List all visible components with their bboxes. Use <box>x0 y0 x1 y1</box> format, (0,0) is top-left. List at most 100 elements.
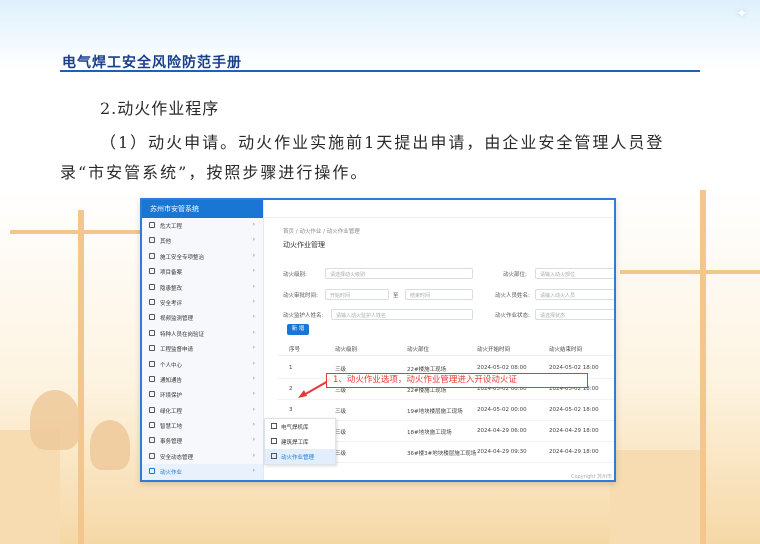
body-paragraph: （1）动火申请。动火作业实施前1天提出申请，由企业安全管理人员登录“市安管系统”… <box>60 133 665 182</box>
sidebar-item[interactable]: 隐患整改 › <box>142 280 263 295</box>
chevron-right-icon: › <box>252 374 255 382</box>
submenu-popup: 电气焊机库 建筑焊工库 动火作业管理 <box>264 418 336 465</box>
sidebar-item[interactable]: 项目备案 › <box>142 264 263 279</box>
submenu-item-welder-library[interactable]: 电气焊机库 <box>265 419 335 434</box>
sidebar-item-label: 施工安全专项整治 <box>160 254 205 261</box>
sidebar-item[interactable]: 环境保护 › <box>142 387 263 402</box>
sidebar-item-label: 事务管理 <box>160 439 183 446</box>
breadcrumb: 首页 / 动火作业 / 动火作业管理 <box>283 229 360 235</box>
chevron-right-icon: › <box>252 359 255 367</box>
chevron-right-icon: › <box>252 328 255 336</box>
crane-tower-right <box>700 190 706 544</box>
menu-icon <box>149 298 155 305</box>
sidebar-item[interactable]: 动火作业 › <box>142 464 263 480</box>
crane-tower-left <box>78 210 84 544</box>
table-cell: 2024-04-29 06:00 <box>477 428 527 434</box>
add-button[interactable]: 新 增 <box>287 324 309 335</box>
document-header: 电气焊工安全风险防范手册 <box>60 50 700 72</box>
time-end-input[interactable]: 结束时间 <box>405 289 473 300</box>
menu-icon <box>149 345 155 352</box>
column-header: 动火部位 <box>407 347 430 353</box>
submenu-item-label: 建筑焊工库 <box>281 440 309 446</box>
menu-icon <box>149 329 155 336</box>
app-title: 苏州市安管系统 <box>142 200 263 218</box>
guard-input[interactable]: 请输入动火监护人姓名 <box>331 309 473 320</box>
menu-icon <box>149 468 155 475</box>
chevron-right-icon: › <box>252 267 255 275</box>
menu-icon <box>149 422 155 429</box>
sidebar-item-label: 安全动态管理 <box>160 454 194 461</box>
page-title: 动火作业管理 <box>283 241 325 249</box>
sidebar-item[interactable]: 施工安全专项整治 › <box>142 249 263 264</box>
level-select[interactable]: 请选择动火级别 <box>325 268 473 279</box>
submenu-item-builder-library[interactable]: 建筑焊工库 <box>265 434 335 449</box>
menu-icon <box>149 268 155 275</box>
crane-jib-left <box>10 230 160 234</box>
sidebar-item[interactable]: 个人中心 › <box>142 357 263 372</box>
sidebar-item[interactable]: 危大工程 › <box>142 218 263 233</box>
chevron-right-icon: › <box>252 344 255 352</box>
sidebar-item[interactable]: 其他 › <box>142 233 263 248</box>
chevron-right-icon: › <box>252 421 255 429</box>
chevron-right-icon: › <box>252 451 255 459</box>
sidebar-item[interactable]: 特种人员在岗验证 › <box>142 326 263 341</box>
sidebar-item-label: 特种人员在岗验证 <box>160 331 205 338</box>
menu-icon <box>149 406 155 413</box>
callout-annotation: 1、动火作业选项，动火作业管理进入开设动火证 <box>326 373 588 388</box>
header-title: 电气焊工安全风险防范手册 <box>62 55 242 71</box>
menu-icon <box>149 283 155 290</box>
sidebar-item[interactable]: 绿化工程 › <box>142 403 263 418</box>
sidebar-item-label: 其他 <box>160 239 172 246</box>
chevron-right-icon: › <box>252 297 255 305</box>
table-cell: 三级 <box>335 367 347 373</box>
status-select[interactable]: 请选择状态 <box>535 309 614 320</box>
building-silhouette <box>610 450 700 544</box>
sidebar-item-label: 通知通告 <box>160 377 183 384</box>
sidebar-item[interactable]: 智慧工地 › <box>142 418 263 433</box>
menu-icon <box>149 252 155 259</box>
submenu-item-hot-work-management[interactable]: 动火作业管理 <box>265 449 335 464</box>
sparkle-icon: ✦ <box>736 6 748 22</box>
file-icon <box>271 438 277 444</box>
part-input[interactable]: 请输入动火部位 <box>535 268 614 279</box>
menu-icon <box>149 360 155 367</box>
sidebar-item-label: 隐患整改 <box>160 285 183 292</box>
table-cell: 三级 <box>335 409 347 415</box>
part-label: 动火部位: <box>503 272 527 278</box>
menu-icon <box>149 437 155 444</box>
sidebar-item-label: 视频监测管理 <box>160 316 194 323</box>
menu-icon <box>149 222 155 228</box>
person-input[interactable]: 请输入动火人员 <box>535 289 614 300</box>
sidebar-item[interactable]: 安全动态管理 › <box>142 449 263 464</box>
sidebar-item-label: 环境保护 <box>160 393 183 400</box>
sidebar-item-label: 危大工程 <box>160 224 183 230</box>
sidebar-item-label: 工程监督申请 <box>160 347 194 354</box>
column-header: 序号 <box>289 347 301 353</box>
chevron-right-icon: › <box>252 221 255 228</box>
sidebar-item[interactable]: 工程监督申请 › <box>142 341 263 356</box>
status-label: 动火作业状态: <box>495 313 530 319</box>
chevron-right-icon: › <box>252 313 255 321</box>
time-start-input[interactable]: 开始时间 <box>325 289 389 300</box>
table-cell: 2024-04-29 18:00 <box>549 449 599 455</box>
section-heading: 2.动火作业程序 <box>100 99 220 118</box>
table-cell: 三级 <box>335 451 347 457</box>
table-cell: 19#地块楼层施工现场 <box>407 409 463 415</box>
sidebar-item-label: 智慧工地 <box>160 424 183 431</box>
menu-icon <box>149 391 155 398</box>
submenu-item-label: 电气焊机库 <box>281 425 309 431</box>
sidebar-item-label: 动火作业 <box>160 470 183 477</box>
sidebar-item[interactable]: 视频监测管理 › <box>142 310 263 325</box>
menu-icon <box>149 452 155 459</box>
table-cell: 2024-05-02 00:00 <box>477 407 527 413</box>
table-cell: 2 <box>289 386 293 392</box>
column-header: 动火结束时间 <box>549 347 583 353</box>
sidebar-item[interactable]: 通知通告 › <box>142 372 263 387</box>
worker-silhouette <box>90 420 130 470</box>
footer-copyright: Copyright 苏州市 <box>570 474 612 480</box>
sidebar-item[interactable]: 事务管理 › <box>142 433 263 448</box>
sidebar-item[interactable]: 安全考评 › <box>142 295 263 310</box>
table-cell: 三级 <box>335 430 347 436</box>
menu-icon <box>149 375 155 382</box>
file-icon <box>271 453 277 459</box>
